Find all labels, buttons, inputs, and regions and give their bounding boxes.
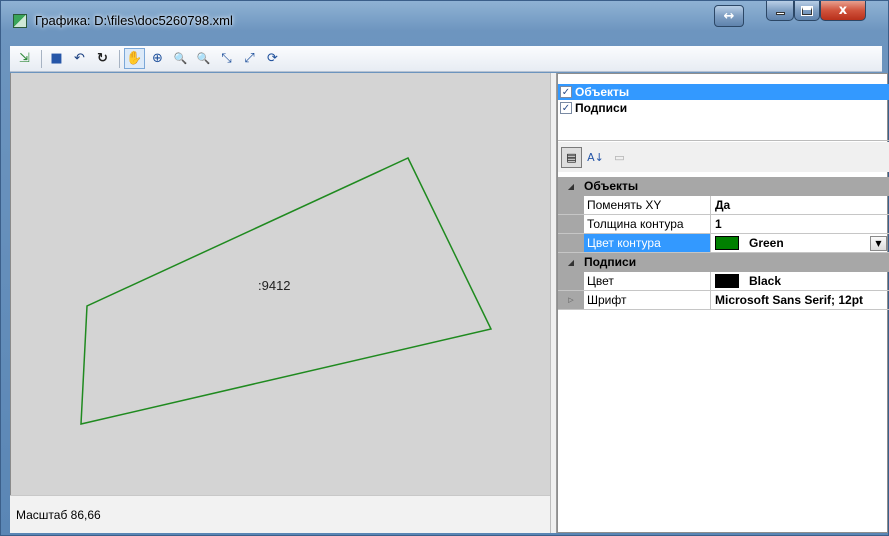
- collapse-button[interactable]: ⤡: [216, 48, 237, 69]
- property-row-swap-xy[interactable]: Поменять XY Да: [558, 196, 889, 215]
- export-button[interactable]: ⇲: [14, 48, 35, 69]
- row-margin: [558, 272, 584, 290]
- categorized-button[interactable]: ▤: [561, 146, 582, 168]
- zoom-out-button[interactable]: 🔍: [193, 48, 214, 69]
- property-row-outline-width[interactable]: Толщина контура 1: [558, 215, 889, 234]
- property-grid-toolbar: ▤ A↓ ▭: [558, 142, 889, 172]
- alphabetical-button[interactable]: A↓: [585, 147, 606, 168]
- sort-alpha-icon: A↓: [587, 150, 604, 164]
- property-grid: ◢ Объекты Поменять XY Да Толщина контура…: [558, 177, 889, 310]
- property-value[interactable]: 1: [711, 215, 889, 233]
- save-icon: ■: [50, 51, 63, 66]
- close-icon: x: [838, 3, 848, 18]
- status-bar: Масштаб 86,66: [10, 495, 550, 533]
- category-labels[interactable]: ◢ Подписи: [558, 253, 889, 272]
- row-margin: [558, 234, 584, 252]
- property-row-outline-color[interactable]: Цвет контура Green ▼: [558, 234, 889, 253]
- undo-button[interactable]: ↶: [69, 48, 90, 69]
- center-button[interactable]: ⊕: [147, 48, 168, 69]
- close-button[interactable]: x: [820, 1, 866, 21]
- resize-arrows-button[interactable]: ↔: [714, 5, 744, 27]
- color-swatch: [715, 236, 739, 250]
- main-toolbar: ⇲ ■ ↶ ↻ ✋ ⊕ 🔍 🔍 ⤡ ⤢ ⟳: [10, 46, 882, 72]
- double-arrow-icon: ↔: [723, 8, 735, 24]
- expand-button[interactable]: ⤢: [239, 48, 260, 69]
- property-name: Цвет контура: [584, 234, 711, 252]
- toolbar-separator: [41, 49, 42, 68]
- app-icon: [13, 14, 27, 28]
- value-text: Да: [715, 198, 731, 212]
- maximize-button[interactable]: [794, 1, 820, 21]
- property-row-color[interactable]: Цвет Black: [558, 272, 889, 291]
- panel-splitter[interactable]: [550, 73, 557, 533]
- property-row-font[interactable]: ▷ Шрифт Microsoft Sans Serif; 12pt: [558, 291, 889, 310]
- categorized-icon: ▤: [566, 150, 577, 164]
- property-pages-icon: ▭: [614, 150, 625, 164]
- scale-readout: Масштаб 86,66: [16, 507, 101, 522]
- pan-button[interactable]: ✋: [124, 48, 145, 69]
- property-value[interactable]: Green ▼: [711, 234, 889, 252]
- refresh-icon: ⟳: [267, 51, 278, 66]
- row-margin: [558, 196, 584, 214]
- property-value[interactable]: Black: [711, 272, 889, 290]
- zoom-out-icon: 🔍: [196, 52, 211, 65]
- redo-button[interactable]: ↻: [92, 48, 113, 69]
- row-margin: [558, 215, 584, 233]
- layer-item-labels[interactable]: ✓ Подписи: [558, 100, 889, 116]
- category-label: Подписи: [584, 255, 637, 269]
- expand-icon: ⤢: [244, 51, 255, 66]
- pan-hand-icon: ✋: [126, 51, 143, 66]
- layer-label: Подписи: [575, 101, 628, 115]
- property-name: Поменять XY: [584, 196, 711, 214]
- property-name: Шрифт: [584, 291, 711, 309]
- minimize-icon: [775, 12, 785, 15]
- category-label: Объекты: [584, 179, 639, 193]
- collapse-icon: ⤡: [221, 51, 232, 66]
- color-swatch: [715, 274, 739, 288]
- property-pages-button[interactable]: ▭: [609, 147, 630, 168]
- save-button[interactable]: ■: [46, 48, 67, 69]
- title-bar[interactable]: Графика: D:\files\doc5260798.xml ↔ x: [1, 1, 889, 39]
- property-value[interactable]: Microsoft Sans Serif; 12pt: [711, 291, 889, 309]
- map-canvas[interactable]: :9412: [10, 73, 550, 495]
- collapse-toggle-icon[interactable]: ◢: [558, 182, 584, 191]
- application-window: Графика: D:\files\doc5260798.xml ↔ x ⇲ ■…: [0, 0, 889, 536]
- layer-checkbox[interactable]: ✓: [560, 86, 572, 98]
- category-objects[interactable]: ◢ Объекты: [558, 177, 889, 196]
- layer-checkbox[interactable]: ✓: [560, 102, 572, 114]
- window-title: Графика: D:\files\doc5260798.xml: [35, 13, 233, 28]
- layer-item-objects[interactable]: ✓ Объекты: [558, 84, 889, 100]
- redo-icon: ↻: [97, 51, 108, 66]
- property-name: Толщина контура: [584, 215, 711, 233]
- maximize-icon: [801, 5, 813, 16]
- export-icon: ⇲: [19, 51, 30, 66]
- zoom-in-button[interactable]: 🔍: [170, 48, 191, 69]
- zoom-in-icon: 🔍: [173, 52, 188, 65]
- collapse-toggle-icon[interactable]: ◢: [558, 258, 584, 267]
- minimize-button[interactable]: [766, 1, 794, 21]
- undo-icon: ↶: [74, 51, 85, 66]
- layer-label: Объекты: [575, 85, 630, 99]
- center-icon: ⊕: [152, 51, 163, 66]
- value-text: 1: [715, 217, 722, 231]
- dropdown-arrow-icon[interactable]: ▼: [870, 236, 887, 251]
- value-text: Green: [749, 236, 784, 250]
- parcel-label: :9412: [258, 278, 291, 293]
- value-text: Microsoft Sans Serif; 12pt: [715, 293, 864, 307]
- value-text: Black: [749, 274, 782, 288]
- refresh-button[interactable]: ⟳: [262, 48, 283, 69]
- toolbar-separator: [119, 49, 120, 68]
- property-name: Цвет: [584, 272, 711, 290]
- property-value[interactable]: Да: [711, 196, 889, 214]
- expand-arrow-icon[interactable]: ▷: [558, 291, 584, 309]
- layer-list: ✓ Объекты ✓ Подписи: [558, 84, 889, 141]
- properties-panel: ✓ Объекты ✓ Подписи ▤ A↓ ▭ ◢ Объекты Пом…: [557, 73, 889, 533]
